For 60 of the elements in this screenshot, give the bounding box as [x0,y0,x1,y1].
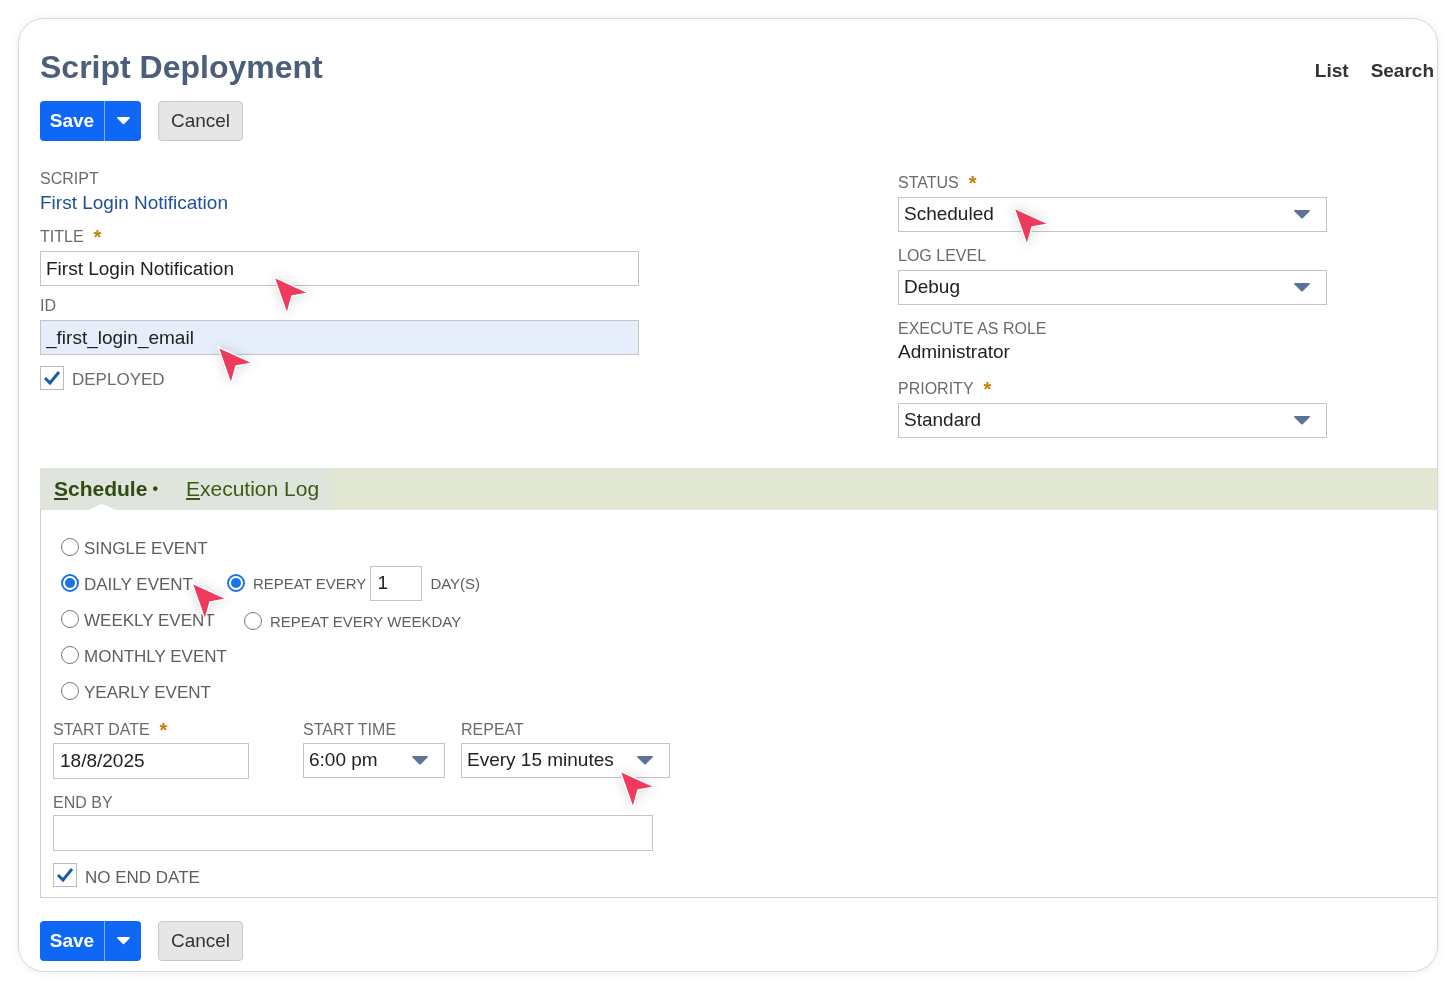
cancel-button[interactable]: Cancel [158,101,243,141]
text-field[interactable]: _first_login_email [40,320,639,355]
radio-option[interactable]: YEARLY EVENT [61,676,227,706]
repeat-select[interactable]: Every 15 minutes [461,743,670,778]
nav-link[interactable]: Search [1370,57,1434,86]
required-mark: * [93,227,102,247]
checkbox-label: NO END DATE [85,867,200,889]
field-label: STATUS [898,173,959,193]
option-label: REPEAT EVERY WEEKDAY [270,612,462,633]
dropdown-arrow-icon [412,755,428,766]
field-label: LOG LEVEL [898,246,987,266]
required-mark: * [983,379,992,399]
field-label: PRIORITY [898,379,974,399]
option-label: REPEAT EVERY [253,574,367,595]
date-field[interactable] [53,815,653,851]
text-field[interactable]: First Login Notification [40,251,639,286]
caret-icon [116,937,130,945]
field-value: Administrator [898,340,1011,364]
nav-link[interactable]: List [1314,57,1349,86]
dropdown-arrow-icon [1294,209,1310,220]
field-label: EXECUTE AS ROLE [898,319,1047,339]
radio-button[interactable] [61,682,79,700]
time-select[interactable]: 6:00 pm [303,743,445,778]
field-label: TITLE [40,227,84,247]
select-field[interactable]: Scheduled [898,197,1327,232]
radio-button[interactable] [61,574,79,592]
radio-button[interactable] [61,646,79,664]
checkbox[interactable] [40,365,64,390]
tab[interactable]: Schedule • [54,468,158,510]
radio-option[interactable]: DAILY EVENT [61,568,227,598]
select-field[interactable]: Debug [898,270,1327,305]
checkbox-label: DEPLOYED [72,369,165,391]
checkbox[interactable] [53,862,77,887]
radio-option[interactable]: MONTHLY EVENT [61,640,227,670]
radio-option[interactable]: WEEKLY EVENT [61,604,227,634]
required-mark: * [968,173,977,193]
tab[interactable]: Execution Log [186,468,320,510]
field-label: END BY [53,793,113,813]
script-link[interactable]: First Login Notification [40,189,640,217]
radio-button[interactable] [227,574,245,592]
unit-label: DAY(S) [430,574,481,595]
field-label: START TIME [303,720,397,740]
caret-icon [116,117,130,125]
dropdown-arrow-icon [637,755,653,766]
field-label: START DATE [53,720,150,740]
dropdown-arrow-icon [1294,282,1310,293]
select-field[interactable]: Standard [898,403,1327,438]
radio-button[interactable] [244,612,262,630]
dropdown-arrow-icon [1294,415,1310,426]
cancel-button[interactable]: Cancel [158,921,243,961]
number-field[interactable]: 1 [370,565,423,601]
field-label: SCRIPT [40,169,99,189]
radio-button[interactable] [61,538,79,556]
page-title: Script Deployment [40,48,323,87]
field-label: REPEAT [461,720,524,740]
radio-button[interactable] [61,610,79,628]
required-mark: * [159,720,168,740]
radio-option[interactable]: SINGLE EVENT [61,532,227,562]
date-field[interactable]: 18/8/2025 [53,743,249,779]
field-label: ID [40,296,56,316]
